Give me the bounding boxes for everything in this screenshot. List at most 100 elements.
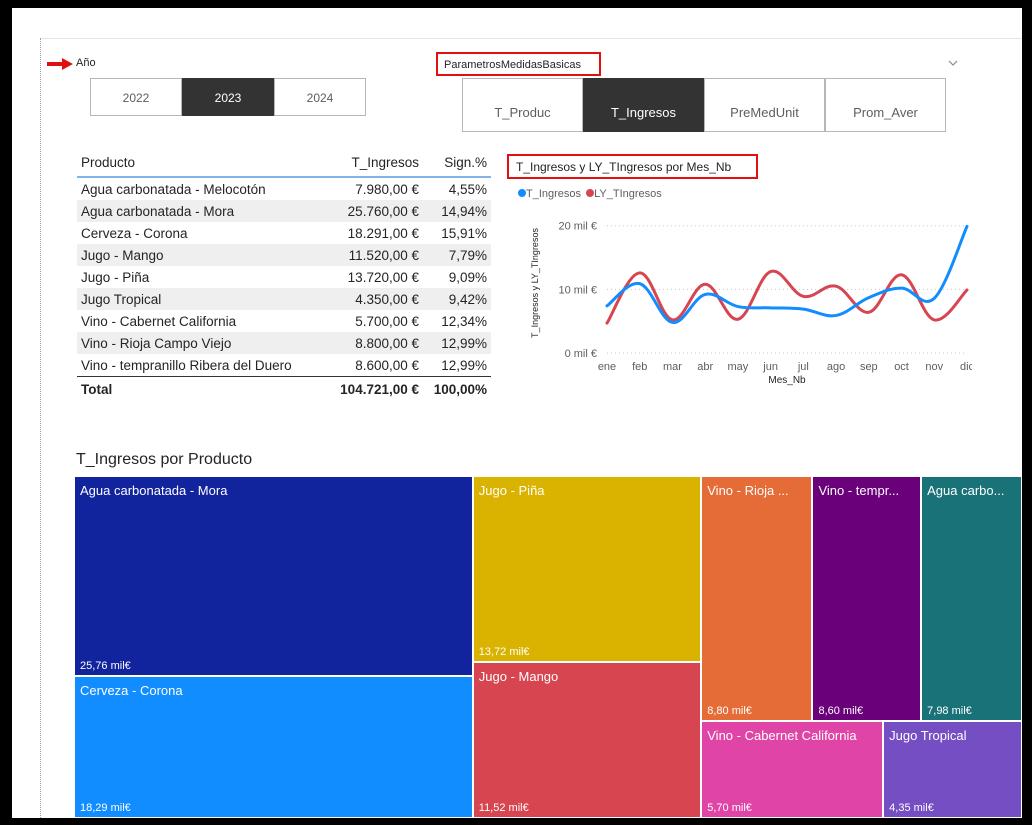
table-row[interactable]: Agua carbonatada - Mora 25.760,00 € 14,94%: [77, 200, 491, 222]
param-button-t-ingresos[interactable]: T_Ingresos: [583, 78, 704, 132]
treemap-tile-value: 5,70 mil€: [707, 801, 752, 814]
total-ingresos: 104.721,00 €: [340, 381, 419, 397]
highlight-box: [436, 52, 601, 76]
cell-sign: 7,79%: [448, 247, 487, 263]
treemap-tile-value: 13,72 mil€: [478, 645, 530, 658]
x-tick-label: mar: [663, 361, 682, 373]
treemap-tile-value: 18,29 mil€: [80, 801, 131, 814]
year-slicer-title: Año: [76, 57, 96, 69]
legend-dot-red: [586, 189, 595, 197]
cell-producto: Cerveza - Corona: [81, 225, 188, 241]
year-button-2024[interactable]: 2024: [274, 78, 366, 116]
x-tick-label: dic: [960, 361, 972, 373]
total-sign: 100,00%: [433, 381, 487, 397]
treemap-tile-value: 8,80 mil€: [707, 704, 752, 717]
y-tick-label: 10 mil €: [558, 284, 597, 296]
table-row[interactable]: Vino - Cabernet California 5.700,00 € 12,3…: [77, 310, 491, 332]
year-button-2023[interactable]: 2023: [182, 78, 274, 116]
x-tick-label: sep: [860, 361, 878, 373]
highlight-box: [507, 154, 758, 179]
cell-sign: 4,55%: [448, 181, 487, 197]
treemap-tile-label: Agua carbonatada - Mora: [80, 483, 228, 498]
x-tick-label: oct: [894, 361, 909, 373]
cell-producto: Agua carbonatada - Melocotón: [81, 181, 266, 197]
treemap-tile[interactable]: Jugo - Piña 13,72 mil€: [472, 476, 702, 662]
treemap-tile[interactable]: Agua carbo... 7,98 mil€: [921, 476, 1022, 721]
legend-label-ly-tingresos[interactable]: LY_TIngresos: [594, 188, 662, 200]
table-row[interactable]: Jugo Tropical 4.350,00 € 9,42%: [77, 288, 491, 310]
treemap-tile[interactable]: Cerveza - Corona 18,29 mil€: [74, 675, 473, 818]
param-button-prom-aver[interactable]: Prom_Aver: [825, 78, 946, 132]
treemap-tile-value: 11,52 mil€: [478, 801, 529, 814]
cell-ingresos: 11.520,00 €: [348, 247, 419, 263]
report-canvas: Año 2022 2023 2024 ParametrosMedidasBasi…: [12, 8, 1022, 818]
treemap-tile-value: 7,98 mil€: [927, 704, 972, 717]
cell-producto: Jugo - Piña: [81, 269, 150, 285]
table-row[interactable]: Vino - Rioja Campo Viejo 8.800,00 € 12,99%: [77, 332, 491, 354]
cell-producto: Vino - Cabernet California: [81, 313, 237, 329]
cell-ingresos: 7.980,00 €: [355, 181, 419, 197]
cell-sign: 12,99%: [441, 357, 487, 373]
treemap-tile[interactable]: Agua carbonatada - Mora 25,76 mil€: [74, 476, 473, 676]
treemap-tile-label: Jugo Tropical: [889, 727, 967, 743]
table-row[interactable]: Jugo - Mango 11.520,00 € 7,79%: [77, 244, 491, 266]
total-label: Total: [81, 381, 113, 397]
treemap-tile[interactable]: Vino - Rioja ... 8,80 mil€: [701, 476, 813, 721]
x-tick-label: may: [728, 361, 749, 373]
param-button-t-produc[interactable]: T_Produc: [462, 78, 583, 132]
param-button-premedunit[interactable]: PreMedUnit: [704, 78, 825, 132]
year-button-2022[interactable]: 2022: [90, 78, 182, 116]
cell-producto: Jugo Tropical: [81, 291, 162, 307]
treemap-tile-value: 4,35 mil€: [889, 801, 934, 814]
visual-border: [40, 38, 41, 818]
table-total-row: Total 104.721,00 € 100,00%: [77, 376, 491, 402]
x-tick-label: ene: [598, 361, 616, 373]
line-chart[interactable]: 0 mil € 10 mil € 20 mil € ene feb mar abr may ju…: [512, 203, 972, 418]
header-t-ingresos[interactable]: T_Ingresos: [320, 148, 423, 177]
product-table: Producto T_Ingresos Sign.% Agua carbonat…: [77, 148, 491, 401]
treemap-tile-value: 25,76 mil€: [80, 659, 131, 672]
legend-label-t-ingresos[interactable]: T_Ingresos: [526, 188, 581, 200]
table-row[interactable]: Vino - tempranillo Ribera del Duero 8.600…: [77, 354, 491, 377]
series-line-ly-tingresos[interactable]: [605, 269, 969, 325]
x-tick-label: nov: [925, 361, 943, 373]
treemap[interactable]: Agua carbonatada - Mora 25,76 mil€ Cerveza…: [74, 476, 1022, 818]
cell-ingresos: 25.760,00 €: [347, 203, 419, 219]
cell-ingresos: 8.600,00 €: [355, 357, 419, 373]
treemap-tile-value: 8,60 mil€: [818, 704, 864, 717]
treemap-tile[interactable]: Vino - tempr... 8,60 mil€: [812, 476, 922, 721]
y-tick-label: 20 mil €: [558, 221, 597, 233]
treemap-tile[interactable]: Jugo Tropical 4,35 mil€: [883, 720, 1022, 818]
cell-sign: 9,42%: [448, 291, 487, 307]
cell-ingresos: 5.700,00 €: [355, 313, 419, 329]
cell-ingresos: 13.720,00 €: [347, 269, 419, 285]
table-row[interactable]: Agua carbonatada - Melocotón 7.980,00 € 4,…: [77, 177, 491, 200]
red-arrow-icon: [47, 58, 73, 70]
x-tick-label: jul: [797, 361, 809, 373]
treemap-tile-label: Vino - Cabernet California: [707, 727, 857, 743]
cell-sign: 12,34%: [441, 313, 487, 329]
x-tick-label: jun: [762, 361, 778, 373]
treemap-tile-label: Cerveza - Corona: [80, 682, 183, 698]
table-row[interactable]: Jugo - Piña 13.720,00 € 9,09%: [77, 266, 491, 288]
treemap-tile-label: Jugo - Piña: [478, 483, 545, 498]
chevron-down-icon[interactable]: [946, 56, 960, 70]
cell-sign: 14,94%: [441, 203, 487, 219]
header-sign-pct[interactable]: Sign.%: [423, 148, 491, 177]
header-divider: [42, 38, 1022, 39]
cell-producto: Jugo - Mango: [81, 247, 164, 263]
header-producto[interactable]: Producto: [77, 148, 320, 177]
cell-ingresos: 8.800,00 €: [355, 335, 419, 351]
treemap-tile-label: Vino - Rioja ...: [707, 483, 789, 498]
table-row[interactable]: Cerveza - Corona 18.291,00 € 15,91%: [77, 222, 491, 244]
x-tick-label: abr: [697, 361, 713, 373]
x-tick-label: feb: [632, 361, 647, 373]
cell-ingresos: 4.350,00 €: [355, 291, 419, 307]
treemap-tile[interactable]: Jugo - Mango 11,52 mil€: [472, 661, 702, 818]
treemap-tile-label: Agua carbo...: [927, 483, 1005, 498]
treemap-tile[interactable]: Vino - Cabernet California 5,70 mil€: [701, 720, 884, 818]
legend-dot-blue: [518, 189, 526, 197]
cell-producto: Vino - Rioja Campo Viejo: [81, 335, 232, 351]
treemap-tile-label: Jugo - Mango: [478, 668, 559, 684]
cell-sign: 15,91%: [441, 225, 487, 241]
